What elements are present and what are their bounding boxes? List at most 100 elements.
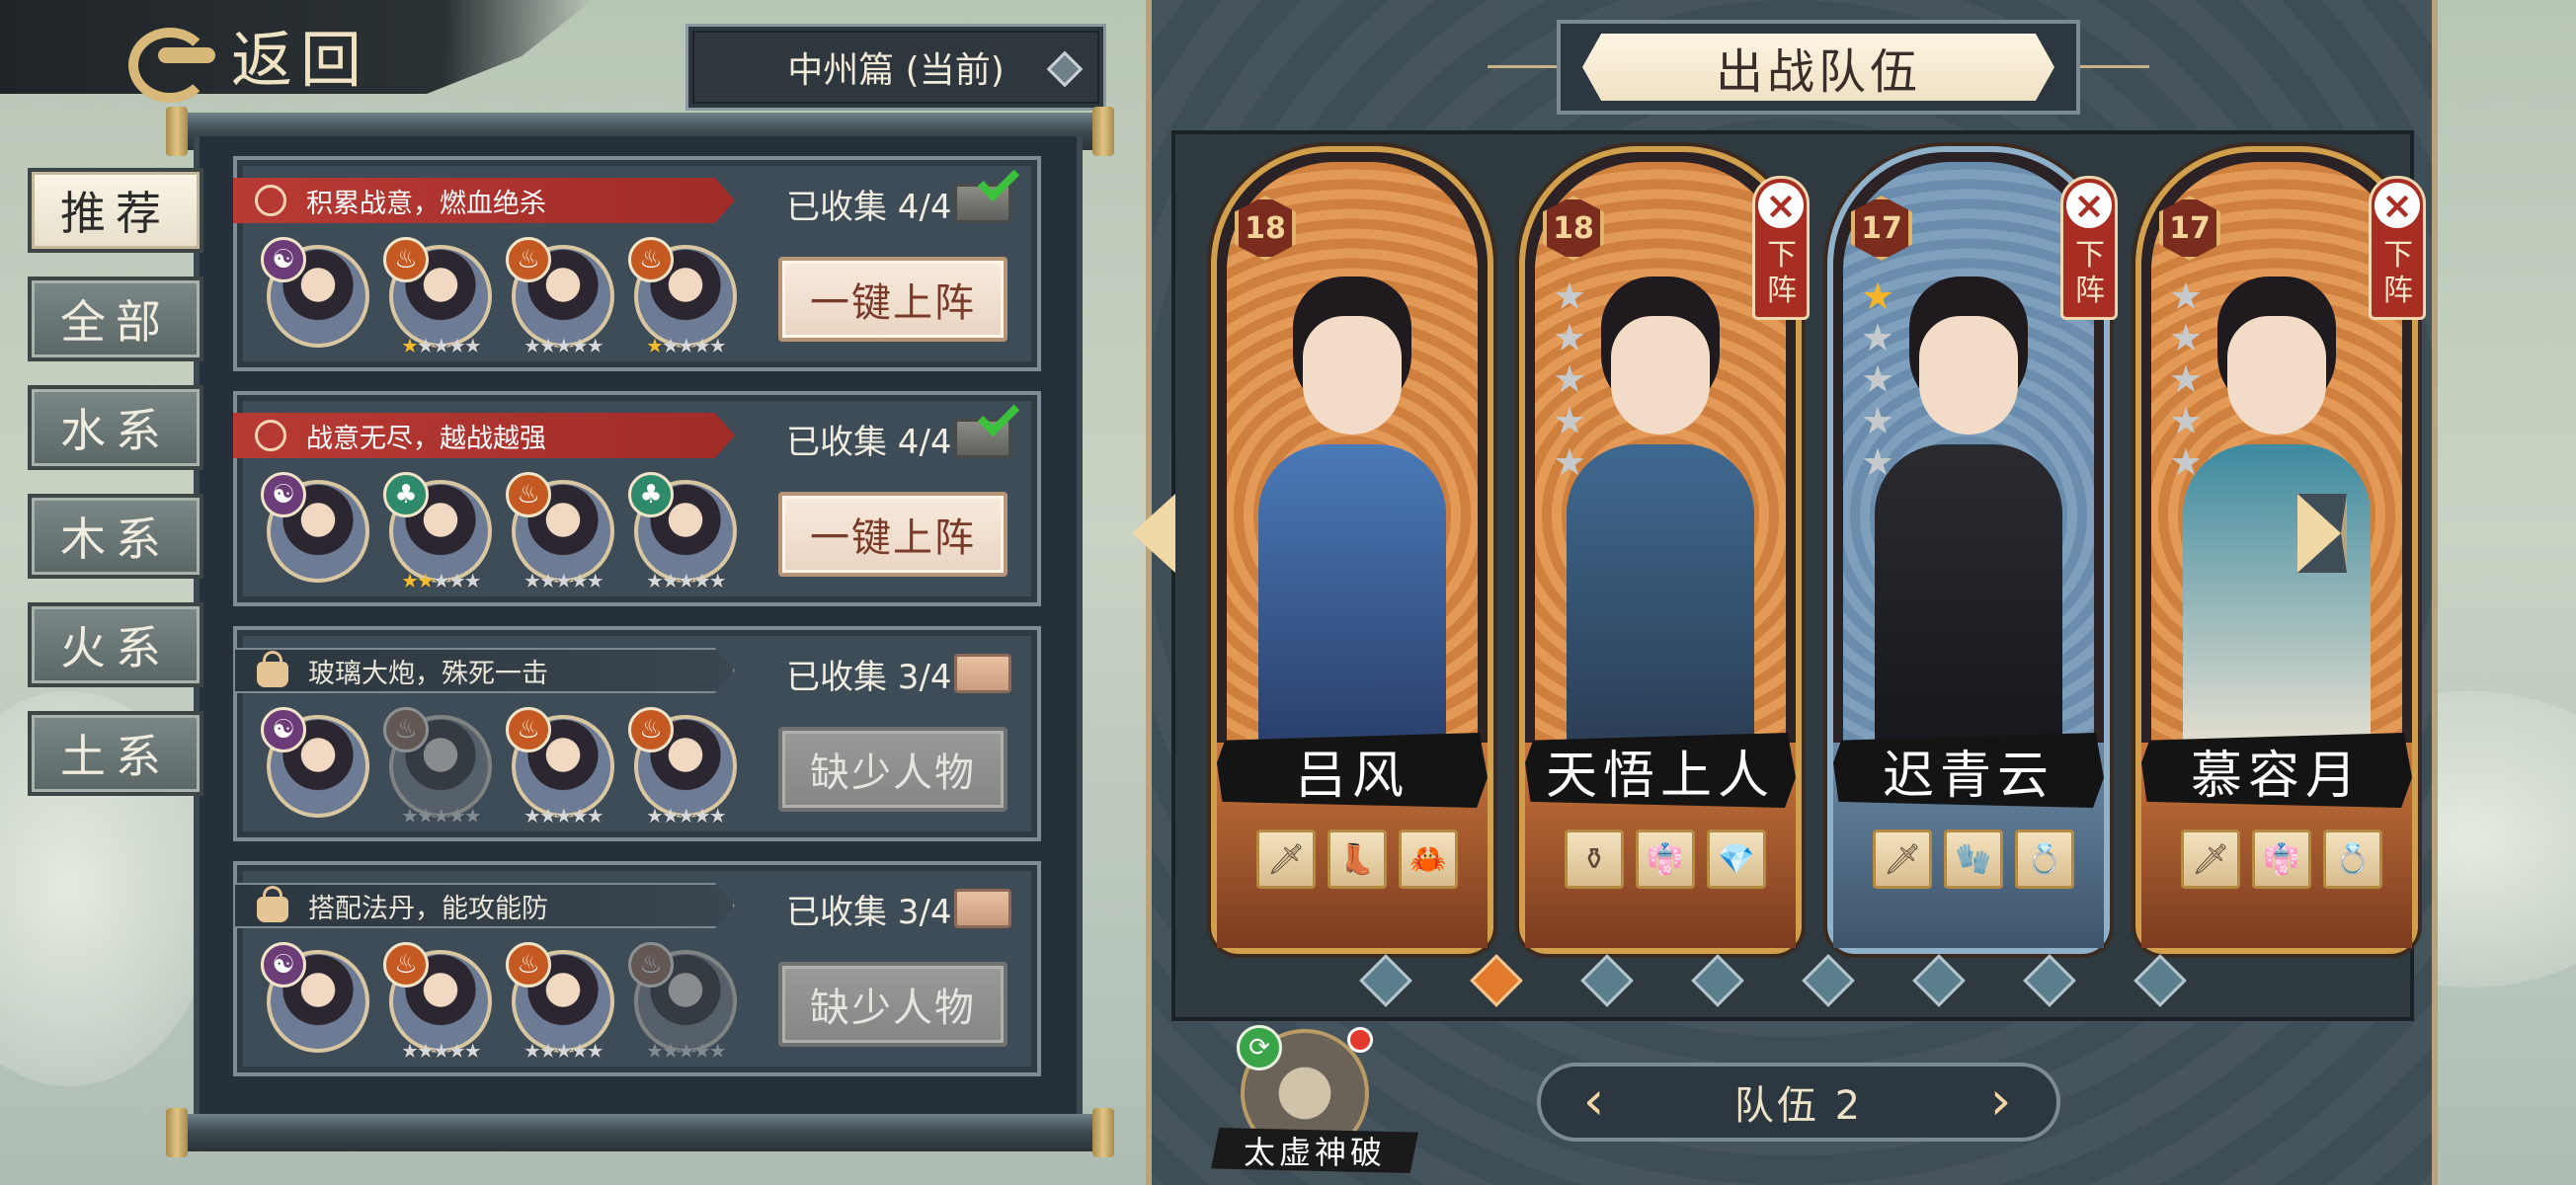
star-icon: ★: [646, 1039, 664, 1063]
member-avatar[interactable]: ☯: [261, 942, 369, 1053]
prev-page-arrow[interactable]: [1132, 494, 1175, 573]
quick-deploy-button[interactable]: 一键上阵: [778, 257, 1007, 342]
team-slot-diamond[interactable]: [1802, 954, 1855, 1007]
equipment-item[interactable]: 👢: [1328, 830, 1387, 889]
next-team-button[interactable]: ›: [1977, 1074, 2027, 1128]
member-avatar[interactable]: ♨ ★★★★★: [506, 942, 614, 1063]
back-button[interactable]: 返回: [119, 10, 369, 103]
hero-card[interactable]: 18 吕风 🗡 👢 🦀: [1211, 146, 1493, 954]
star-icon: ★: [661, 1039, 680, 1063]
team-slot-diamond[interactable]: [1470, 954, 1523, 1007]
member-avatar[interactable]: ♨ ★★★★★: [383, 942, 492, 1063]
equipment-item[interactable]: 🗡: [2181, 830, 2240, 889]
missing-character-button[interactable]: 缺少人物: [778, 962, 1007, 1047]
star-icon: ★: [523, 569, 541, 592]
member-avatar[interactable]: ☯: [261, 472, 369, 583]
equipment-item[interactable]: 💎: [1707, 830, 1766, 889]
member-avatar[interactable]: ☯: [261, 237, 369, 348]
member-avatar[interactable]: ♨ ★★★★★: [628, 942, 737, 1063]
collected-count: 已收集 3/4: [786, 893, 952, 932]
team-banner-text: 搭配法丹，能攻能防: [308, 893, 548, 924]
star-icon: ★: [1861, 316, 1895, 359]
equipment-item[interactable]: 🦀: [1399, 830, 1458, 889]
star-icon: ★: [2169, 357, 2204, 401]
swap-icon[interactable]: ⟳: [1237, 1025, 1282, 1070]
hero-card[interactable]: 18 ★ ★ ★ ★ ★ × 下阵 天悟上人 ⚱ 👘 💎: [1519, 146, 1810, 954]
team-card: 搭配法丹，能攻能防 已收集 3/4 ☯ ♨ ★★★★★ ♨ ★★★★★ ♨ ★★★★★ 缺少人物: [233, 861, 1041, 1076]
remove-hero-button[interactable]: × 下阵: [1752, 176, 1810, 320]
hero-head: [2227, 316, 2326, 434]
team-banner-text: 玻璃大炮，殊死一击: [308, 658, 548, 689]
star-icon: ★: [463, 334, 482, 357]
equipment-item[interactable]: 🗡: [1256, 830, 1316, 889]
star-icon: ★: [416, 804, 435, 828]
magnifier-icon: [255, 420, 286, 451]
title-ornament: [1488, 65, 1557, 68]
member-avatar[interactable]: ♨ ★★★★★: [506, 472, 614, 592]
hero-name: 迟青云: [1833, 733, 2104, 808]
remove-hero-button[interactable]: × 下阵: [2060, 176, 2118, 320]
member-avatar[interactable]: ☯: [261, 707, 369, 818]
hero-head: [1611, 316, 1710, 434]
star-icon: ★: [1861, 275, 1895, 318]
equipment-item[interactable]: ⚱: [1565, 830, 1624, 889]
hero-card[interactable]: 17 ★ ★ ★ ★ ★ × 下阵 慕容月 🗡 👘 💍: [2135, 146, 2426, 954]
team-slot-diamond[interactable]: [1359, 954, 1412, 1007]
prev-team-button[interactable]: ‹: [1570, 1074, 1620, 1128]
team-slot-diamond[interactable]: [2023, 954, 2076, 1007]
equipment-item[interactable]: 👘: [2252, 830, 2311, 889]
hero-card[interactable]: 17 ★ ★ ★ ★ ★ × 下阵 迟青云 🗡 🧤 💍: [1827, 146, 2118, 954]
member-avatar[interactable]: ♨ ★★★★★: [383, 707, 492, 828]
hero-star-column: ★ ★ ★ ★ ★: [1861, 275, 1895, 481]
star-icon: ★: [661, 334, 680, 357]
fire-element-icon: ♨: [383, 237, 429, 282]
equipment-item[interactable]: 🗡: [1873, 830, 1932, 889]
star-icon: ★: [677, 1039, 695, 1063]
member-avatar[interactable]: ♨ ★★★★★: [506, 237, 614, 357]
remove-label: 下阵: [2075, 238, 2105, 308]
star-icon: ★: [586, 569, 604, 592]
equipment-item[interactable]: 💍: [2323, 830, 2382, 889]
star-icon: ★: [586, 334, 604, 357]
star-icon: ★: [554, 334, 573, 357]
member-avatar[interactable]: ♨ ★★★★★: [628, 237, 737, 357]
chapter-select[interactable]: 中州篇 (当前): [685, 24, 1106, 111]
star-icon: ★: [677, 569, 695, 592]
member-avatar[interactable]: ♨ ★★★★★: [628, 707, 737, 828]
battle-team-panel: 出战队伍 18 吕风 🗡 👢 🦀 18 ★ ★ ★ ★ ★ × 下阵 天悟上人 ⚱ 👘 💎 17 ★ ★ ★ ★ ★ × 下阵迟…: [1132, 0, 2438, 1185]
star-icon: ★: [1553, 316, 1587, 359]
star-icon: ★: [523, 334, 541, 357]
tab-1[interactable]: 全部: [28, 276, 203, 361]
tab-4[interactable]: 火系: [28, 602, 203, 687]
team-slot-diamond[interactable]: [2133, 954, 2187, 1007]
star-icon: ★: [554, 1039, 573, 1063]
member-avatar[interactable]: ♣ ★★★★★: [383, 472, 492, 592]
team-slot-diamond[interactable]: [1912, 954, 1966, 1007]
tab-5[interactable]: 土系: [28, 711, 203, 796]
quick-deploy-button[interactable]: 一键上阵: [778, 492, 1007, 577]
star-icon: ★: [1553, 275, 1587, 318]
team-slot-diamond[interactable]: [1691, 954, 1744, 1007]
missing-character-button[interactable]: 缺少人物: [778, 727, 1007, 812]
star-rating: ★★★★★: [646, 1039, 727, 1063]
team-selector: ‹ 队伍 2 ›: [1537, 1063, 2060, 1142]
star-icon: ★: [554, 569, 573, 592]
next-page-arrow[interactable]: [2297, 494, 2347, 573]
remove-hero-button[interactable]: × 下阵: [2369, 176, 2426, 320]
team-banner: 积累战意，燃血绝杀: [233, 178, 735, 223]
tab-0[interactable]: 推荐: [28, 168, 203, 253]
equipment-item[interactable]: 🧤: [1944, 830, 2003, 889]
remove-label: 下阵: [1767, 238, 1797, 308]
team-card: 积累战意，燃血绝杀 已收集 4/4 ☯ ♨ ★★★★★ ♨ ★★★★★ ♨ ★★★★★ 一键上阵: [233, 156, 1041, 371]
member-avatar[interactable]: ♣ ★★★★★: [628, 472, 737, 592]
team-slot-diamond[interactable]: [1580, 954, 1634, 1007]
team-label: 队伍 2: [1733, 1083, 1864, 1129]
member-avatar[interactable]: ♨ ★★★★★: [383, 237, 492, 357]
member-avatar[interactable]: ♨ ★★★★★: [506, 707, 614, 828]
tab-2[interactable]: 水系: [28, 385, 203, 470]
fire-element-icon: ♨: [628, 707, 674, 752]
tab-3[interactable]: 木系: [28, 494, 203, 579]
equipment-item[interactable]: 💍: [2015, 830, 2074, 889]
fire-element-icon: ♨: [506, 707, 551, 752]
equipment-item[interactable]: 👘: [1636, 830, 1695, 889]
